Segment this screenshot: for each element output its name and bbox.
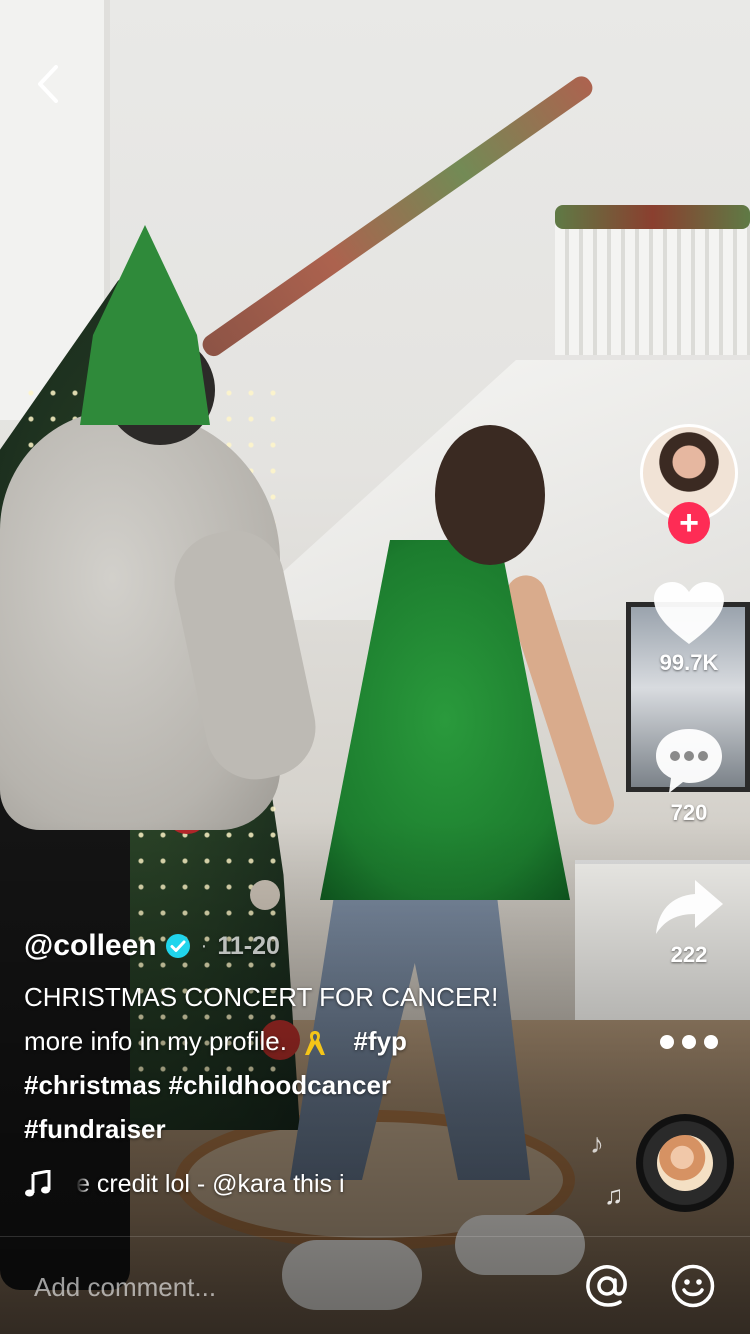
more-options-button[interactable] bbox=[652, 1022, 726, 1062]
yellow-ribbon-icon bbox=[305, 1031, 326, 1056]
chat-bubble-icon bbox=[656, 729, 722, 793]
chevron-left-icon bbox=[38, 65, 58, 103]
follow-button[interactable]: + bbox=[668, 502, 710, 544]
back-button[interactable] bbox=[26, 62, 70, 106]
more-dots-icon bbox=[682, 1035, 696, 1049]
like-count: 99.7K bbox=[659, 650, 719, 675]
comment-input[interactable] bbox=[34, 1267, 554, 1307]
more-dots-icon bbox=[660, 1035, 674, 1049]
share-button[interactable]: 222 bbox=[640, 876, 738, 968]
plus-icon: + bbox=[679, 504, 699, 542]
sound-link[interactable]: e credit lol - @kara this i bbox=[24, 1164, 614, 1204]
more-dots-icon bbox=[704, 1035, 718, 1049]
heart-icon bbox=[654, 582, 724, 644]
comment-bar bbox=[0, 1236, 750, 1334]
sound-title: e credit lol - @kara this i bbox=[76, 1169, 345, 1198]
caption-text: CHRISTMAS CONCERT FOR CANCER! bbox=[24, 982, 499, 1012]
sound-disc-button[interactable] bbox=[636, 1114, 734, 1212]
hashtag-link[interactable]: #fundraiser bbox=[24, 1108, 614, 1150]
hashtag-link[interactable]: #fyp bbox=[353, 1026, 406, 1056]
garland-stair bbox=[198, 72, 597, 361]
share-count: 222 bbox=[670, 942, 708, 967]
caption-block: @colleen · 11-20 CHRISTMAS CONCERT FOR C… bbox=[24, 926, 614, 1204]
emoji-button[interactable] bbox=[670, 1263, 716, 1309]
sound-cover-art bbox=[657, 1135, 713, 1191]
at-sign-icon bbox=[586, 1265, 627, 1307]
music-note-icon bbox=[25, 1170, 51, 1197]
date-separator: · bbox=[200, 934, 208, 957]
username-link[interactable]: @colleen bbox=[24, 929, 157, 963]
like-button[interactable]: 99.7K bbox=[640, 580, 738, 676]
mention-button[interactable] bbox=[584, 1263, 630, 1309]
share-arrow-icon bbox=[656, 880, 723, 934]
smiley-icon bbox=[671, 1264, 715, 1308]
post-date: 11-20 bbox=[217, 931, 280, 960]
comment-count: 720 bbox=[670, 800, 708, 825]
author-line: @colleen · 11-20 bbox=[24, 926, 614, 966]
comment-button[interactable]: 720 bbox=[640, 726, 738, 826]
balusters bbox=[555, 225, 750, 355]
garland-upper bbox=[555, 205, 750, 229]
caption-text: more info in my profile. bbox=[24, 1026, 287, 1056]
creator-avatar[interactable]: + bbox=[640, 424, 738, 544]
verified-badge-icon bbox=[165, 934, 190, 958]
caption-line: more info in my profile. #fyp bbox=[24, 1020, 614, 1062]
hashtag-link[interactable]: #christmas #childhoodcancer bbox=[24, 1064, 614, 1106]
person-right-head bbox=[435, 425, 545, 565]
